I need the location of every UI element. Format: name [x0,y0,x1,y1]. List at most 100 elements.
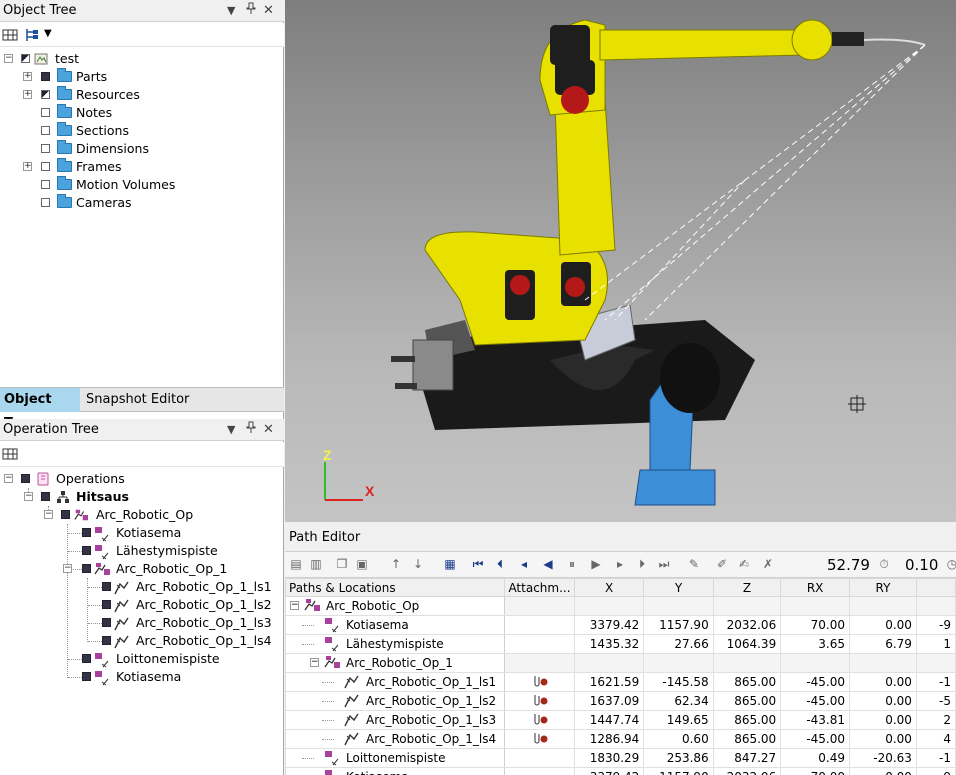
collapse-icon[interactable]: − [4,54,13,63]
value-cell[interactable] [712,653,782,673]
collapse-icon[interactable]: − [24,492,33,501]
value-cell[interactable] [849,653,917,673]
play-back-icon[interactable]: ◀ [541,557,555,571]
tree-item-notes[interactable]: Notes [0,104,280,122]
tab-snapshot-editor[interactable]: Snapshot Editor [82,388,193,412]
value-cell[interactable]: -5 [915,691,956,711]
checkbox[interactable] [41,90,50,99]
step-value[interactable]: 0.10 [905,555,938,575]
value-cell[interactable] [573,596,645,616]
attachment-cell[interactable] [504,672,575,692]
value-cell[interactable]: 865.00 [712,691,782,711]
tree-item-sections[interactable]: Sections [0,122,280,140]
value-cell[interactable]: 70.00 [780,615,851,635]
op-weld-location[interactable]: Arc_Robotic_Op_1_ls2 [0,596,280,614]
value-cell[interactable]: 1286.94 [573,729,645,749]
row-name-cell[interactable]: − Arc_Robotic_Op_1 [285,653,506,673]
pin-icon[interactable] [246,419,256,441]
tree-item-motion-volumes[interactable]: Motion Volumes [0,176,280,194]
op-sub-operation[interactable]: − Arc_Robotic_Op_1 [0,560,280,578]
value-cell[interactable]: -1 [915,672,956,692]
value-cell[interactable] [643,653,714,673]
table-row[interactable]: Arc_Robotic_Op_1_ls2 1637.09 62.34 865.00 -4… [285,691,956,711]
teach-icon[interactable]: ✎ [687,557,701,571]
tree-item-dimensions[interactable]: Dimensions [0,140,280,158]
checkbox[interactable] [41,162,50,171]
close-icon[interactable]: ✕ [263,0,274,22]
expand-icon[interactable]: + [23,90,32,99]
tab-object-tree[interactable]: Object Tr... [0,388,80,431]
table-row[interactable]: Arc_Robotic_Op_1_ls1 1621.59 -145.58 865.00… [285,672,956,692]
stopwatch-icon[interactable]: ⏱ [877,557,891,571]
checkbox[interactable] [82,654,91,663]
op-weld-location[interactable]: Arc_Robotic_Op_1_ls3 [0,614,280,632]
value-cell[interactable]: 6.79 [849,634,917,654]
move-down-icon[interactable]: ↓ [411,557,425,571]
row-name-cell[interactable]: − Arc_Robotic_Op [285,596,506,616]
dropdown-arrow-icon[interactable]: ▼ [44,28,52,39]
table-row[interactable]: − Arc_Robotic_Op_1 [285,653,956,673]
row-name-cell[interactable]: Kotiasema [285,615,506,635]
column-header[interactable]: Attachm... [504,578,575,597]
value-cell[interactable] [780,596,851,616]
remove-rows-icon[interactable]: ▥ [309,557,323,571]
attachment-cell[interactable] [504,653,575,673]
value-cell[interactable]: -20.63 [849,748,917,768]
value-cell[interactable]: 253.86 [643,748,714,768]
row-name-cell[interactable]: Loittonemispiste [285,748,506,768]
frame-back-icon[interactable]: ◂ [517,557,531,571]
value-cell[interactable]: -9 [915,615,956,635]
value-cell[interactable]: 3379.42 [573,767,645,775]
value-cell[interactable] [712,596,782,616]
tree-item-resources[interactable]: + Resources [0,86,280,104]
tree-view-icon[interactable] [24,27,40,43]
value-cell[interactable]: 0.00 [849,767,917,775]
attachment-cell[interactable] [504,729,575,749]
value-cell[interactable]: 149.65 [643,710,714,730]
attach-icon[interactable]: ✍ [737,557,751,571]
move-up-icon[interactable]: ↑ [389,557,403,571]
expand-icon[interactable]: + [23,72,32,81]
value-cell[interactable]: 3379.42 [573,615,645,635]
pause-icon[interactable]: ⏸ [565,557,579,571]
grid-filter-icon[interactable] [2,27,18,43]
attachment-cell[interactable] [504,634,575,654]
value-cell[interactable] [849,596,917,616]
copy-icon[interactable]: ❐ [335,557,349,571]
collapse-icon[interactable]: − [290,601,299,610]
value-cell[interactable]: 2032.06 [712,767,782,775]
op-via-location[interactable]: Kotiasema [0,524,280,542]
speed-value[interactable]: 52.79 [827,555,870,575]
value-cell[interactable]: 0.00 [849,672,917,692]
column-header[interactable]: Y [643,578,714,597]
value-cell[interactable] [780,653,851,673]
op-weld-location[interactable]: Arc_Robotic_Op_1_ls1 [0,578,280,596]
attachment-cell[interactable] [504,710,575,730]
attachment-cell[interactable] [504,767,575,775]
attachment-cell[interactable] [504,691,575,711]
table-row[interactable]: Arc_Robotic_Op_1_ls3 1447.74 149.65 865.00-… [285,710,956,730]
checkbox[interactable] [102,618,111,627]
value-cell[interactable]: 865.00 [712,729,782,749]
op-via-location[interactable]: Lähestymispiste [0,542,280,560]
collapse-icon[interactable]: − [310,658,319,667]
op-hitsaus[interactable]: − Hitsaus [0,488,280,506]
value-cell[interactable]: -1 [915,748,956,768]
value-cell[interactable]: 1621.59 [573,672,645,692]
value-cell[interactable] [915,653,956,673]
column-header[interactable]: RY [849,578,917,597]
value-cell[interactable]: 1830.29 [573,748,645,768]
row-name-cell[interactable]: Arc_Robotic_Op_1_ls3 [285,710,506,730]
column-header[interactable]: X [573,578,645,597]
table-row[interactable]: Lähestymispiste 1435.32 27.66 1064.39 3.65 6.… [285,634,956,654]
op-root[interactable]: − Operations [0,470,280,488]
value-cell[interactable]: 0.49 [780,748,851,768]
checkbox[interactable] [41,72,50,81]
value-cell[interactable]: 1157.90 [643,615,714,635]
value-cell[interactable]: -145.58 [643,672,714,692]
paste-icon[interactable]: ▣ [355,557,369,571]
close-icon[interactable]: ✕ [263,419,274,441]
table-row[interactable]: Loittonemispiste 1830.29 253.86 847.27 0.49-… [285,748,956,768]
collapse-icon[interactable]: − [44,510,53,519]
collapse-icon[interactable]: − [63,564,72,573]
